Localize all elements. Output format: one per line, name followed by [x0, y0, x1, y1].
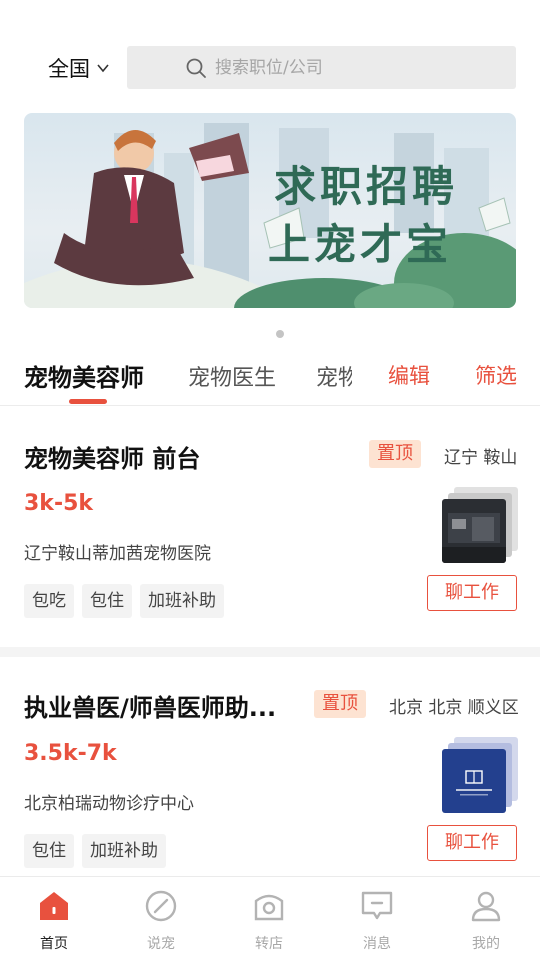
banner-text-line2: 上宠才宝 — [268, 220, 453, 269]
pinned-badge: 置顶 — [369, 440, 421, 468]
edit-tabs-button[interactable]: 编辑 — [388, 360, 430, 390]
banner-text-line1: 求职招聘 — [274, 162, 459, 211]
tab-pet-more-label: 宠物 — [316, 366, 352, 391]
chat-job-button[interactable]: 聊工作 — [427, 825, 517, 861]
nav-transfer-label: 转店 — [255, 936, 283, 952]
home-icon — [40, 892, 68, 920]
compass-icon — [145, 890, 177, 922]
pinned-badge: 置顶 — [314, 690, 366, 718]
top-bar: 全国 — [0, 46, 540, 90]
nav-transfer[interactable]: 转店 — [239, 889, 299, 953]
nav-profile[interactable]: 我的 — [456, 889, 516, 953]
company-name: 北京柏瑞动物诊疗中心 — [24, 794, 194, 814]
job-title: 执业兽医/师兽医师助... — [24, 694, 277, 722]
nav-messages[interactable]: 消息 — [347, 889, 407, 953]
job-salary: 3k-5k — [24, 491, 94, 516]
job-location: 北京 北京 顺义区 — [389, 698, 519, 718]
recruit-banner[interactable]: 求职招聘 上宠才宝 — [24, 113, 516, 308]
job-tag: 包住 — [82, 584, 132, 618]
job-tag: 加班补助 — [82, 834, 166, 868]
tab-pet-more[interactable]: 宠物 — [316, 354, 352, 398]
job-salary: 3.5k-7k — [24, 741, 117, 766]
nav-discuss-label: 说宠 — [147, 936, 175, 952]
region-label: 全国 — [48, 57, 90, 81]
search-input[interactable] — [215, 57, 475, 78]
user-icon — [471, 891, 501, 922]
company-logo — [442, 487, 518, 575]
job-card[interactable]: 执业兽医/师兽医师助... 置顶 北京 北京 顺义区 3.5k-7k 北京柏瑞动… — [0, 657, 540, 876]
nav-profile-label: 我的 — [472, 936, 500, 952]
carousel-indicator — [276, 330, 284, 338]
chevron-down-icon — [97, 64, 109, 73]
job-location: 辽宁 鞍山 — [444, 448, 518, 468]
job-tags: 包吃 包住 加班补助 — [24, 584, 224, 618]
nav-messages-label: 消息 — [363, 936, 391, 952]
nav-discuss[interactable]: 说宠 — [131, 889, 191, 953]
tab-pet-groomer[interactable]: 宠物美容师 — [24, 358, 144, 393]
job-tags: 包住 加班补助 — [24, 834, 166, 868]
store-icon — [254, 894, 284, 921]
message-icon — [361, 891, 393, 920]
search-icon — [186, 58, 206, 78]
search-bar[interactable] — [127, 46, 516, 89]
job-title: 宠物美容师 前台 — [24, 445, 201, 473]
bottom-navigation: 首页 说宠 转店 消息 我的 — [0, 876, 540, 960]
company-name: 辽宁鞍山蒂加茜宠物医院 — [24, 544, 211, 564]
company-logo — [442, 737, 518, 825]
region-selector[interactable]: 全国 — [48, 46, 110, 90]
card-divider — [0, 647, 540, 657]
job-tag: 加班补助 — [140, 584, 224, 618]
nav-home-label: 首页 — [40, 936, 68, 952]
tab-pet-doctor[interactable]: 宠物医生 — [188, 360, 276, 392]
category-tabs: 宠物美容师 宠物医生 宠物 编辑 筛选 — [0, 354, 540, 406]
filter-button[interactable]: 筛选 — [475, 360, 517, 390]
job-tag: 包住 — [24, 834, 74, 868]
nav-home[interactable]: 首页 — [24, 889, 84, 953]
job-tag: 包吃 — [24, 584, 74, 618]
app-screen: 全国 搜索职位/公司 求职招聘 上宠才宝 宠物美容师 宠物医生 宠物 编辑 筛选… — [0, 0, 540, 960]
company-photo — [442, 499, 506, 563]
company-logo-image — [442, 749, 506, 813]
job-card[interactable]: 宠物美容师 前台 置顶 辽宁 鞍山 3k-5k 辽宁鞍山蒂加茜宠物医院 包吃 包… — [0, 407, 540, 647]
chat-job-button[interactable]: 聊工作 — [427, 575, 517, 611]
active-tab-indicator — [69, 399, 107, 404]
